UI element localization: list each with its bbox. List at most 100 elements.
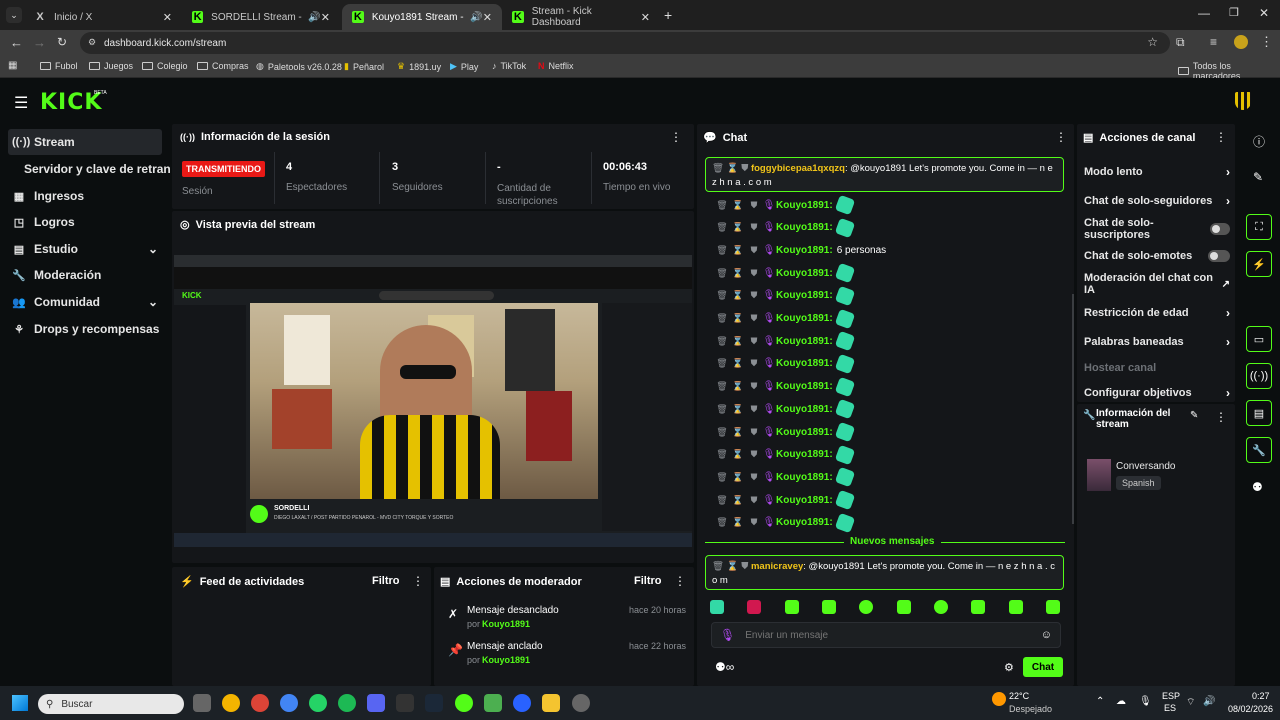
weather-temp[interactable]: 22°C: [1009, 691, 1029, 701]
channel-avatar[interactable]: [1235, 92, 1251, 110]
trash-icon[interactable]: 🗑: [712, 561, 724, 572]
speaker-icon[interactable]: 🔊: [470, 12, 482, 23]
hamburger-menu-icon[interactable]: ☰: [14, 93, 28, 113]
chat-username[interactable]: Kouyo1891:: [776, 381, 833, 392]
more-icon[interactable]: ⋮: [1215, 410, 1227, 424]
chat-username[interactable]: Kouyo1891:: [776, 336, 833, 347]
ban-icon[interactable]: ⛊: [746, 404, 762, 415]
emoji-icon[interactable]: ☺: [1041, 629, 1052, 641]
sidebar-item-stream[interactable]: ((·)) Stream: [8, 129, 162, 155]
emote-icon[interactable]: [834, 217, 855, 238]
spotify-icon[interactable]: [338, 694, 356, 712]
timeout-icon[interactable]: ⌛: [730, 268, 746, 279]
emote-icon[interactable]: [971, 600, 986, 614]
minimize-icon[interactable]: —: [1198, 6, 1210, 20]
whatsapp-icon[interactable]: [309, 694, 327, 712]
category-name[interactable]: Conversando: [1116, 461, 1175, 472]
url-input[interactable]: ⚙ dashboard.kick.com/stream ☆: [80, 32, 1170, 54]
new-tab-icon[interactable]: +: [664, 7, 672, 23]
list-icon[interactable]: ▤: [1246, 400, 1272, 426]
emote-icon[interactable]: [834, 262, 855, 284]
info-icon[interactable]: ⓘ: [1253, 133, 1265, 150]
trash-icon[interactable]: 🗑: [714, 517, 730, 528]
chat-username[interactable]: Kouyo1891:: [776, 245, 833, 256]
chrome-icon[interactable]: [251, 694, 269, 712]
emote-icon[interactable]: [834, 285, 855, 307]
channel-action-configurar-objetivos[interactable]: Configurar objetivos ›: [1084, 383, 1230, 403]
ban-icon[interactable]: ⛊: [746, 290, 762, 301]
channel-action-chat-de-solo-seguidores[interactable]: Chat de solo-seguidores ›: [1084, 191, 1230, 211]
emote-icon[interactable]: [834, 194, 855, 216]
emote-icon[interactable]: [710, 600, 724, 614]
more-icon[interactable]: ⋮: [674, 574, 686, 588]
sidebar-item-drops[interactable]: ⚘ Drops y recompensas: [8, 316, 162, 342]
ban-icon[interactable]: ⛊: [746, 495, 762, 506]
chat-username[interactable]: Kouyo1891:: [776, 495, 833, 506]
stream-preview-video[interactable]: KICK SORDELLI DIEGO LAXALT / POST PARTID…: [174, 255, 692, 547]
ban-icon[interactable]: ⛊: [741, 561, 748, 572]
tab-kick-dashboard[interactable]: K Stream - Kick Dashboard ✕: [502, 4, 660, 30]
kick-icon[interactable]: [455, 694, 473, 712]
timeout-icon[interactable]: ⌛: [730, 472, 746, 483]
close-icon[interactable]: ✕: [163, 11, 172, 24]
timeout-icon[interactable]: ⌛: [727, 163, 739, 174]
taskbar-search[interactable]: ⚲ Buscar: [38, 694, 184, 714]
back-icon[interactable]: ←: [10, 35, 23, 50]
emote-icon[interactable]: [834, 489, 855, 511]
chevron-up-icon[interactable]: ⌃: [1096, 696, 1104, 707]
trash-icon[interactable]: 🗑: [714, 200, 730, 211]
sidebar-item-ingresos[interactable]: ▦ Ingresos: [8, 183, 162, 209]
emote-icon[interactable]: [896, 600, 911, 614]
channel-action-palabras-baneadas[interactable]: Palabras baneadas ›: [1084, 332, 1230, 352]
apps-icon[interactable]: ⚉: [1252, 480, 1263, 494]
timeout-icon[interactable]: ⌛: [730, 404, 746, 415]
mod-action-user[interactable]: Kouyo1891: [482, 655, 530, 665]
timeout-icon[interactable]: ⌛: [730, 200, 746, 211]
chat-username[interactable]: Kouyo1891:: [776, 404, 833, 415]
app-icon[interactable]: [396, 694, 414, 712]
bookmark-juegos[interactable]: Juegos: [89, 61, 133, 71]
bookmark-compras[interactable]: Compras: [197, 61, 249, 71]
trash-icon[interactable]: 🗑: [714, 290, 730, 301]
timeout-icon[interactable]: ⌛: [730, 290, 746, 301]
wrench-icon[interactable]: 🔧: [1246, 437, 1272, 463]
emote-icon[interactable]: [1008, 600, 1023, 614]
ban-icon[interactable]: ⛊: [746, 358, 762, 369]
trash-icon[interactable]: 🗑: [714, 358, 730, 369]
chat-username[interactable]: Kouyo1891:: [776, 268, 833, 279]
forward-icon[interactable]: →: [33, 35, 46, 50]
chat-username[interactable]: Kouyo1891:: [776, 449, 833, 460]
more-icon[interactable]: ⋮: [1055, 130, 1067, 144]
discord-icon[interactable]: [367, 694, 385, 712]
app-icon[interactable]: [513, 694, 531, 712]
ban-icon[interactable]: ⛊: [746, 245, 762, 256]
emote-icon[interactable]: [834, 467, 855, 488]
trash-icon[interactable]: 🗑: [714, 495, 730, 506]
new-messages-divider[interactable]: Nuevos mensajes: [844, 536, 941, 547]
apps-grid-icon[interactable]: ▦: [8, 60, 17, 71]
mod-filter-button[interactable]: Filtro: [634, 575, 662, 587]
ban-icon[interactable]: ⛊: [746, 449, 762, 460]
minecraft-icon[interactable]: [484, 694, 502, 712]
network-icon[interactable]: ☁: [1116, 696, 1126, 707]
close-icon[interactable]: ✕: [483, 11, 492, 24]
close-icon[interactable]: ✕: [321, 11, 330, 24]
trash-icon[interactable]: 🗑: [714, 449, 730, 460]
bookmark-paletools[interactable]: ◍ Paletools v26.0.28: [256, 61, 342, 72]
clock-time[interactable]: 0:27: [1252, 691, 1270, 701]
chat-message-field[interactable]: [745, 629, 1026, 641]
emote-icon[interactable]: [747, 600, 762, 614]
timeout-icon[interactable]: ⌛: [730, 358, 746, 369]
trash-icon[interactable]: 🗑: [714, 313, 730, 324]
emote-icon[interactable]: [834, 421, 855, 443]
more-icon[interactable]: ⋮: [1215, 130, 1227, 144]
emote-icon[interactable]: [821, 600, 836, 614]
timeout-icon[interactable]: ⌛: [730, 222, 746, 233]
sidebar-item-server-key[interactable]: Servidor y clave de retransm: [20, 156, 170, 182]
trash-icon[interactable]: 🗑: [714, 381, 730, 392]
timeout-icon[interactable]: ⌛: [730, 381, 746, 392]
chat-username[interactable]: Kouyo1891:: [776, 472, 833, 483]
maximize-icon[interactable]: ❐: [1229, 6, 1239, 19]
emote-icon[interactable]: [834, 399, 855, 420]
emote-icon[interactable]: [1045, 600, 1060, 614]
